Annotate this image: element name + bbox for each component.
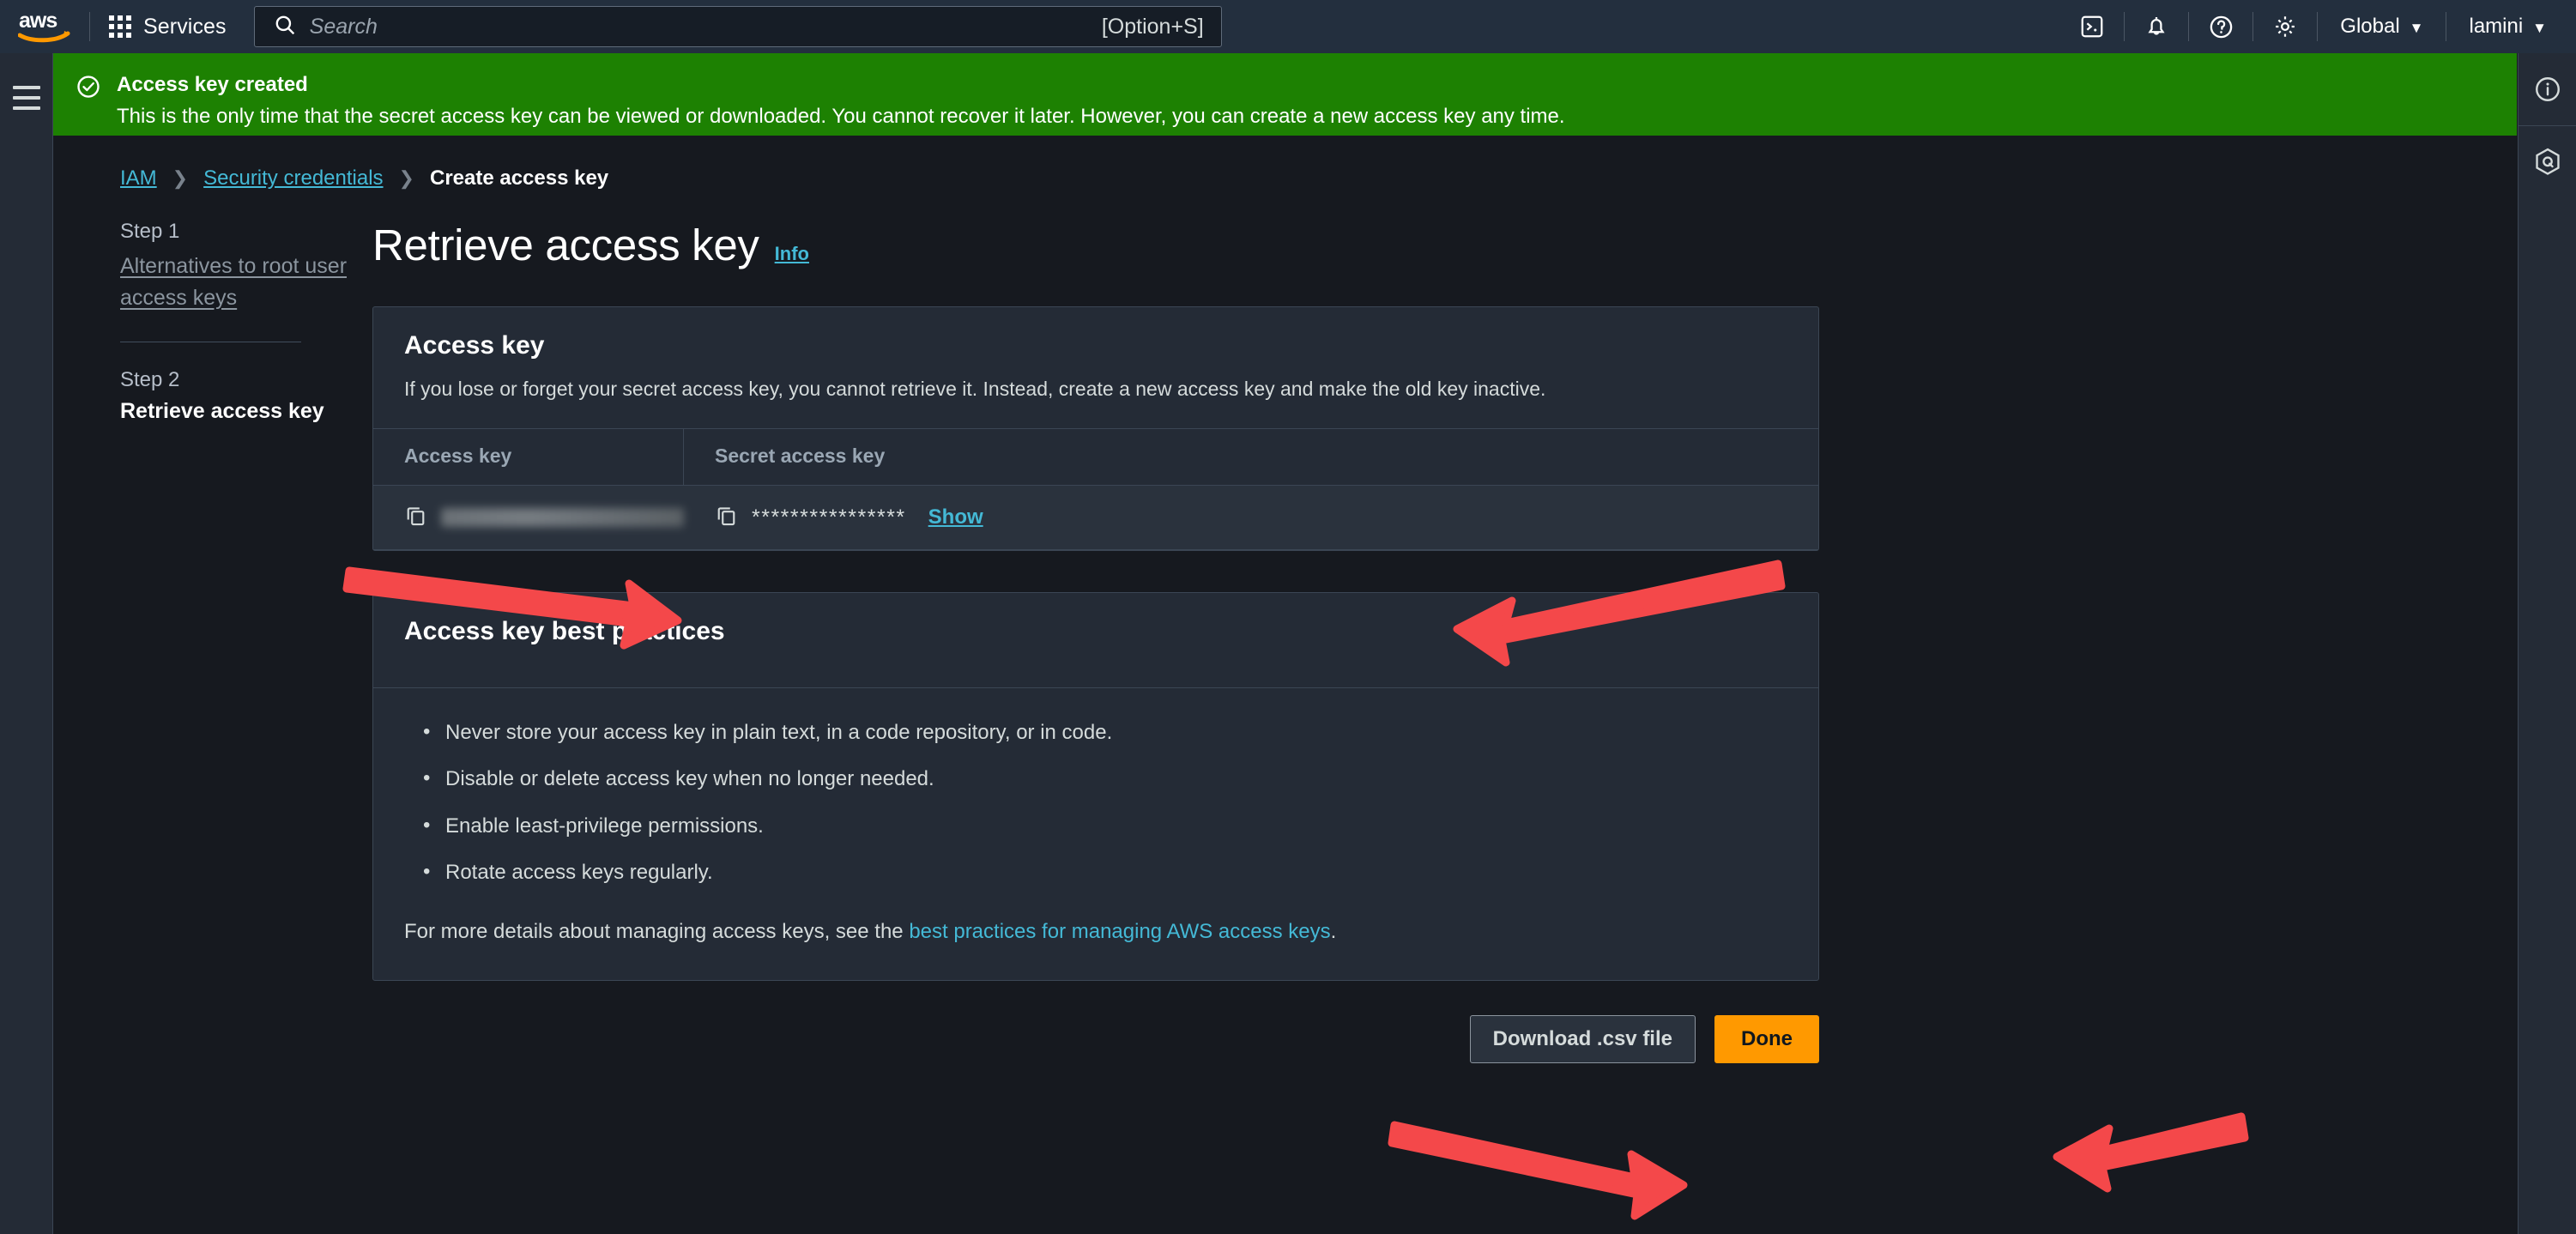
- more-details-line: For more details about managing access k…: [404, 920, 1787, 944]
- wizard-step-2: Step 2 Retrieve access key: [120, 368, 371, 424]
- step-1-label[interactable]: Alternatives to root user access keys: [120, 254, 347, 310]
- footer-actions: Download .csv file Done: [372, 1014, 1819, 1063]
- main-column: Retrieve access key Info Access key If y…: [372, 220, 2020, 1063]
- best-practices-heading: Access key best practices: [404, 617, 725, 646]
- question-circle-icon[interactable]: [2189, 0, 2252, 53]
- copy-icon[interactable]: [715, 504, 738, 531]
- key-table-row: **************** Show: [373, 485, 1818, 551]
- global-search-box[interactable]: [Option+S]: [253, 6, 1222, 47]
- success-flash-banner: Access key created This is the only time…: [53, 53, 2517, 136]
- access-key-card: Access key If you lose or forget your se…: [372, 306, 1819, 552]
- access-key-heading: Access key: [404, 331, 545, 360]
- right-utility-rail: [2518, 53, 2576, 1234]
- page-title-row: Retrieve access key Info: [372, 220, 2020, 270]
- chevron-right-icon: ❯: [172, 167, 189, 189]
- flash-title: Access key created: [117, 73, 308, 96]
- access-key-cell: [373, 485, 684, 550]
- best-practices-doc-link[interactable]: best practices for managing AWS access k…: [909, 920, 1330, 943]
- services-menu-button[interactable]: Services: [90, 0, 245, 53]
- done-button[interactable]: Done: [1714, 1014, 1819, 1063]
- left-navigation-rail: [0, 53, 53, 1234]
- breadcrumb: IAM ❯ Security credentials ❯ Create acce…: [53, 136, 2517, 191]
- info-link[interactable]: Info: [775, 243, 809, 265]
- top-navigation-bar: aws Services [Option+S]: [0, 0, 2576, 53]
- cloudshell-icon[interactable]: [2060, 0, 2124, 53]
- info-circle-icon[interactable]: [2519, 53, 2576, 125]
- access-key-value-redacted: [441, 508, 684, 528]
- wizard-step-1[interactable]: Step 1 Alternatives to root user access …: [120, 220, 371, 314]
- key-table-header: Access key Secret access key: [373, 428, 1818, 486]
- best-practices-list: Never store your access key in plain tex…: [404, 718, 1787, 887]
- region-label: Global: [2340, 15, 2400, 38]
- services-label: Services: [143, 14, 227, 39]
- page-canvas: Access key created This is the only time…: [53, 53, 2517, 1234]
- list-item: Disable or delete access key when no lon…: [404, 765, 1787, 793]
- download-csv-button[interactable]: Download .csv file: [1469, 1014, 1696, 1063]
- access-key-card-header: Access key If you lose or forget your se…: [373, 307, 1818, 428]
- column-header-access-key: Access key: [373, 429, 684, 486]
- more-details-suffix: .: [1330, 919, 1337, 943]
- copy-icon[interactable]: [404, 504, 427, 531]
- chevron-right-icon: ❯: [398, 167, 414, 189]
- step-2-number: Step 2: [120, 368, 180, 391]
- step-1-number: Step 1: [120, 220, 180, 243]
- breadcrumb-item-current: Create access key: [429, 166, 609, 190]
- bell-icon[interactable]: [2125, 0, 2188, 53]
- secret-access-key-masked-value: ****************: [752, 505, 906, 529]
- search-icon: [274, 14, 296, 40]
- hamburger-menu-icon[interactable]: [13, 86, 40, 117]
- check-circle-icon: [76, 74, 101, 136]
- wizard-steps-sidebar: Step 1 Alternatives to root user access …: [120, 220, 371, 1063]
- page-title: Retrieve access key: [372, 221, 759, 269]
- account-label: lamini: [2469, 15, 2524, 38]
- breadcrumb-item-security-credentials[interactable]: Security credentials: [203, 166, 383, 191]
- access-key-description: If you lose or forget your secret access…: [404, 378, 1546, 400]
- breadcrumb-item-iam[interactable]: IAM: [120, 166, 157, 191]
- column-header-secret-access-key: Secret access key: [715, 445, 886, 468]
- chevron-down-icon: ▼: [2532, 19, 2547, 36]
- search-shortcut-hint: [Option+S]: [1101, 14, 1204, 39]
- content-area: Step 1 Alternatives to root user access …: [53, 191, 2517, 1063]
- best-practices-card: Access key best practices Never store yo…: [372, 592, 1819, 981]
- svg-text:aws: aws: [19, 9, 57, 33]
- show-secret-link[interactable]: Show: [928, 505, 983, 529]
- amazon-q-hexagon-icon[interactable]: [2519, 126, 2576, 198]
- list-item: Enable least-privilege permissions.: [404, 812, 1787, 840]
- region-selector[interactable]: Global ▼: [2318, 0, 2446, 53]
- more-details-prefix: For more details about managing access k…: [404, 919, 910, 943]
- account-menu[interactable]: lamini ▼: [2446, 0, 2576, 53]
- best-practices-card-header: Access key best practices: [373, 593, 1818, 687]
- search-input[interactable]: [309, 14, 1102, 39]
- step-2-label: Retrieve access key: [120, 399, 324, 423]
- list-item: Never store your access key in plain tex…: [404, 718, 1787, 747]
- grid-apps-icon: [109, 15, 131, 38]
- chevron-down-icon: ▼: [2409, 19, 2424, 36]
- best-practices-card-body: Never store your access key in plain tex…: [373, 688, 1818, 980]
- secret-access-key-cell: **************** Show: [684, 485, 983, 550]
- list-item: Rotate access keys regularly.: [404, 858, 1787, 886]
- gear-icon[interactable]: [2253, 0, 2317, 53]
- top-nav-right-group: Global ▼ lamini ▼: [2060, 0, 2576, 53]
- flash-body: This is the only time that the secret ac…: [117, 105, 1565, 128]
- aws-logo[interactable]: aws: [0, 0, 89, 53]
